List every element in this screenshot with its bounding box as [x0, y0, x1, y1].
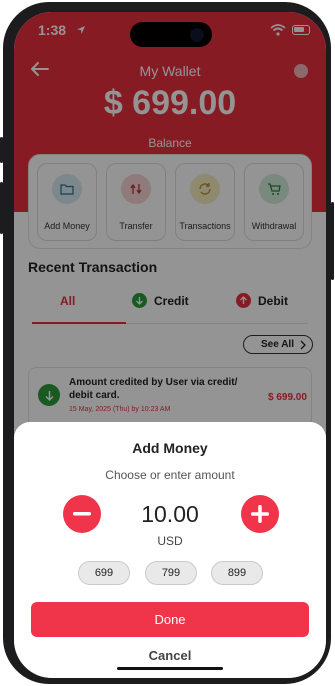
cancel-button[interactable]: Cancel	[14, 648, 326, 663]
plus-icon	[251, 505, 269, 523]
phone-frame: 1:38 My Wallet $ 699.00 Balance Add Mone…	[3, 2, 331, 684]
sheet-title: Add Money	[132, 440, 208, 456]
preset-amount-899[interactable]: 899	[211, 561, 263, 585]
amount-input[interactable]: 10.00	[14, 501, 326, 528]
done-button[interactable]: Done	[31, 602, 309, 637]
add-money-sheet: Add Money Choose or enter amount 10.00 U…	[14, 422, 326, 678]
preset-amount-699[interactable]: 699	[78, 561, 130, 585]
preset-amount-799[interactable]: 799	[145, 561, 197, 585]
screen: 1:38 My Wallet $ 699.00 Balance Add Mone…	[14, 12, 326, 678]
increase-amount-button[interactable]	[241, 495, 279, 533]
volume-button	[0, 182, 3, 234]
power-button	[331, 202, 334, 280]
currency-label: USD	[157, 534, 183, 548]
sheet-subtitle: Choose or enter amount	[105, 468, 235, 482]
mute-switch	[0, 137, 3, 163]
home-indicator	[117, 667, 223, 670]
